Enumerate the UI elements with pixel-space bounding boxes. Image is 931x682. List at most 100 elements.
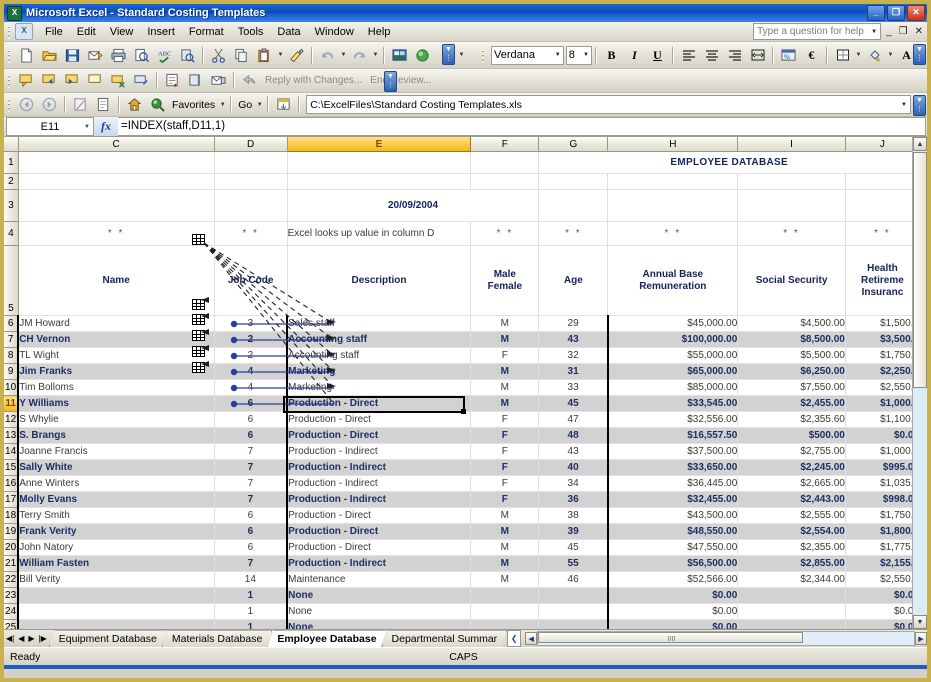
cell-F23-sex[interactable] (471, 588, 539, 604)
cell-F4[interactable]: * * (471, 222, 539, 246)
cell-G14-age[interactable]: 43 (539, 444, 608, 460)
cell-C7-name[interactable]: CH Vernon (18, 332, 214, 348)
cell-C1[interactable] (18, 152, 214, 174)
cell-I2[interactable] (738, 174, 846, 190)
cell-E25-description[interactable]: None (287, 620, 471, 630)
cell-C4[interactable]: * * (18, 222, 214, 246)
row-header-19[interactable]: 19 (4, 524, 18, 540)
cell-I12-social-security[interactable]: $2,355.60 (738, 412, 846, 428)
row-header-4[interactable]: 4 (4, 222, 18, 246)
cell-G18-age[interactable]: 38 (539, 508, 608, 524)
go-chevron-icon[interactable]: ▼ (255, 94, 264, 115)
cell-C5-header-name[interactable]: Name (18, 246, 214, 316)
end-review-label[interactable]: End Review... (366, 75, 435, 86)
send-to-mail-recipient-icon[interactable] (207, 69, 230, 92)
row-header-15[interactable]: 15 (4, 460, 18, 476)
cell-I22-social-security[interactable]: $2,344.00 (738, 572, 846, 588)
hscroll-left-button[interactable]: ◀ (525, 632, 537, 645)
cell-H7-annual-base[interactable]: $100,000.00 (608, 332, 738, 348)
cell-D6-job-code[interactable]: 3 (214, 316, 287, 332)
cell-C19-name[interactable]: Frank Verity (18, 524, 214, 540)
cell-J22-health-insurance[interactable]: $2,550.0 (845, 572, 919, 588)
cell-E8-description[interactable]: Accounting staff (287, 348, 471, 364)
cell-C21-name[interactable]: William Fasten (18, 556, 214, 572)
cell-C17-name[interactable]: Molly Evans (18, 492, 214, 508)
menu-gripper[interactable] (6, 24, 13, 39)
cell-E19-description[interactable]: Production - Direct (287, 524, 471, 540)
column-header-E[interactable]: E (287, 137, 471, 152)
row-header-18[interactable]: 18 (4, 508, 18, 524)
forward-icon[interactable] (38, 93, 61, 116)
cell-I13-social-security[interactable]: $500.00 (738, 428, 846, 444)
cell-C3[interactable] (18, 190, 214, 222)
toggle-web-toolbar-icon[interactable] (272, 93, 295, 116)
cell-F18-sex[interactable]: M (471, 508, 539, 524)
print-icon[interactable] (107, 44, 130, 67)
cell-E1[interactable] (287, 152, 471, 174)
copy-icon[interactable] (230, 44, 253, 67)
row-header-16[interactable]: 16 (4, 476, 18, 492)
cell-H9-annual-base[interactable]: $65,000.00 (608, 364, 738, 380)
align-left-icon[interactable] (677, 44, 700, 67)
menu-view[interactable]: View (103, 24, 141, 40)
cell-G13-age[interactable]: 48 (539, 428, 608, 444)
cell-C6-name[interactable]: JM Howard (18, 316, 214, 332)
doc-restore-button[interactable]: ❐ (897, 26, 910, 37)
cell-G22-age[interactable]: 46 (539, 572, 608, 588)
cell-G5-header-age[interactable]: Age (539, 246, 608, 316)
restore-button[interactable]: ❐ (887, 5, 905, 21)
cell-C20-name[interactable]: John Natory (18, 540, 214, 556)
underline-button[interactable]: U (646, 44, 669, 67)
cell-J9-health-insurance[interactable]: $2,250.0 (845, 364, 919, 380)
next-comment-icon[interactable] (61, 69, 84, 92)
cell-E14-description[interactable]: Production - Indirect (287, 444, 471, 460)
print-preview-icon[interactable] (130, 44, 153, 67)
cell-H23-annual-base[interactable]: $0.00 (608, 588, 738, 604)
fill-color-icon[interactable] (863, 44, 886, 67)
menu-tools[interactable]: Tools (231, 24, 271, 40)
cell-F12-sex[interactable]: F (471, 412, 539, 428)
cell-F6-sex[interactable]: M (471, 316, 539, 332)
cell-G12-age[interactable]: 47 (539, 412, 608, 428)
cell-I7-social-security[interactable]: $8,500.00 (738, 332, 846, 348)
cell-I17-social-security[interactable]: $2,443.00 (738, 492, 846, 508)
bold-button[interactable]: B (600, 44, 623, 67)
row-header-8[interactable]: 8 (4, 348, 18, 364)
row-header-14[interactable]: 14 (4, 444, 18, 460)
back-icon[interactable] (15, 93, 38, 116)
cell-H13-annual-base[interactable]: $16,557.50 (608, 428, 738, 444)
cell-F14-sex[interactable]: F (471, 444, 539, 460)
cell-G19-age[interactable]: 39 (539, 524, 608, 540)
column-header-H[interactable]: H (608, 137, 738, 152)
cell-G17-age[interactable]: 36 (539, 492, 608, 508)
cell-J15-health-insurance[interactable]: $995.00 (845, 460, 919, 476)
cell-G24-age[interactable] (539, 604, 608, 620)
borders-chevron-icon[interactable]: ▼ (854, 45, 863, 66)
cell-E3-date[interactable]: 20/09/2004 (287, 190, 539, 222)
cell-F15-sex[interactable]: F (471, 460, 539, 476)
cell-E9-description[interactable]: Marketing (287, 364, 471, 380)
cell-H16-annual-base[interactable]: $36,445.00 (608, 476, 738, 492)
cell-I8-social-security[interactable]: $5,500.00 (738, 348, 846, 364)
cell-G25-age[interactable] (539, 620, 608, 630)
chevron-down-icon[interactable]: ▼ (871, 25, 877, 39)
undo-icon[interactable] (316, 44, 339, 67)
spelling-icon[interactable]: ABC (153, 44, 176, 67)
cell-I15-social-security[interactable]: $2,245.00 (738, 460, 846, 476)
chevron-down-icon[interactable]: ▼ (555, 47, 561, 63)
doc-close-button[interactable]: ✕ (913, 26, 925, 37)
menu-insert[interactable]: Insert (140, 24, 182, 40)
row-header-20[interactable]: 20 (4, 540, 18, 556)
formula-input[interactable]: =INDEX(staff,D11,1) (118, 117, 926, 136)
new-icon[interactable] (15, 44, 38, 67)
cell-J18-health-insurance[interactable]: $1,750.0 (845, 508, 919, 524)
cell-E12-description[interactable]: Production - Direct (287, 412, 471, 428)
cell-C15-name[interactable]: Sally White (18, 460, 214, 476)
save-icon[interactable] (61, 44, 84, 67)
cell-H5-header-remuneration[interactable]: Annual BaseRemuneration (608, 246, 738, 316)
cut-icon[interactable] (207, 44, 230, 67)
menu-help[interactable]: Help (361, 24, 398, 40)
cell-F1[interactable] (471, 152, 539, 174)
cell-C18-name[interactable]: Terry Smith (18, 508, 214, 524)
row-header-23[interactable]: 23 (4, 588, 18, 604)
